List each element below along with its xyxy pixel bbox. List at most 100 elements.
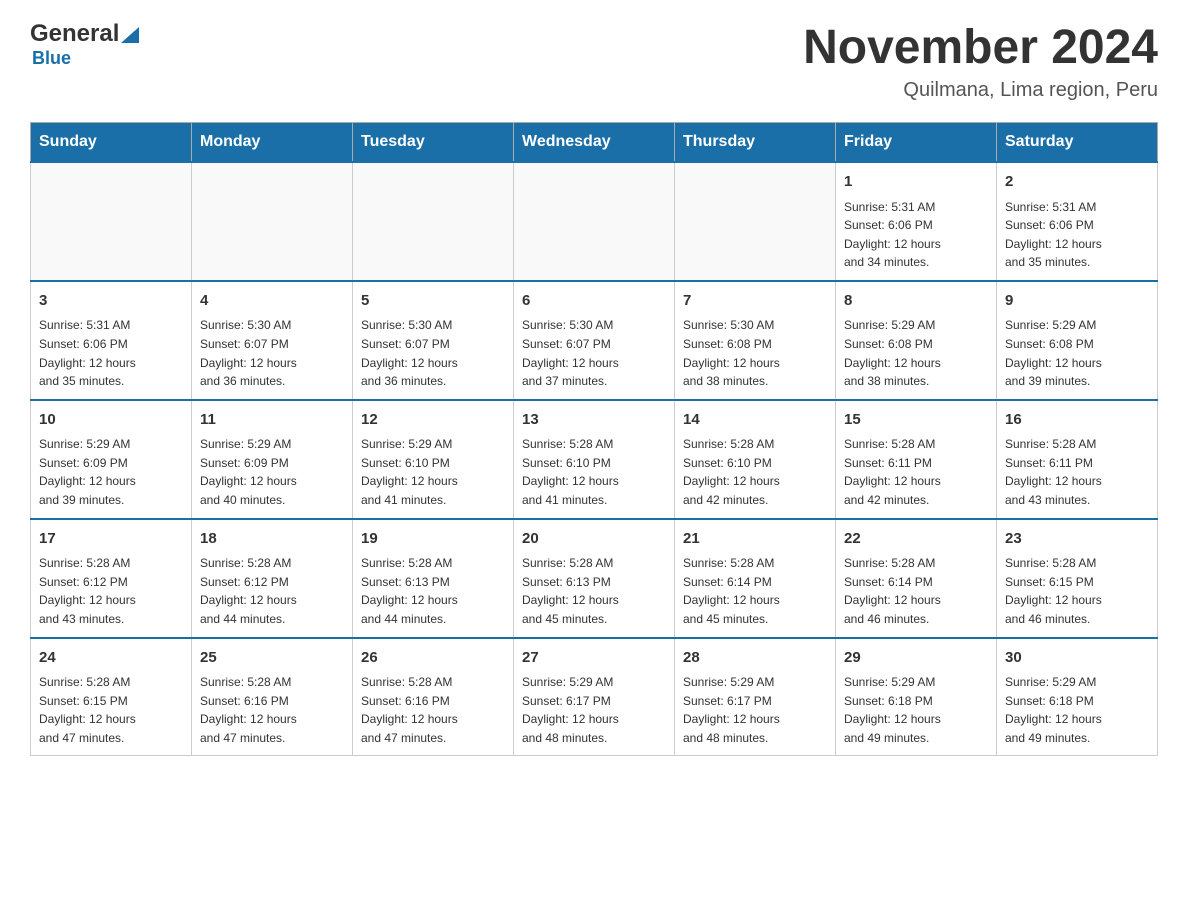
day-number: 8: [844, 290, 988, 313]
calendar-cell: 4Sunrise: 5:30 AMSunset: 6:07 PMDaylight…: [192, 281, 353, 400]
logo-triangle-icon: [121, 27, 139, 43]
day-number: 27: [522, 647, 666, 670]
weekday-header-sunday: Sunday: [31, 123, 192, 163]
day-info: Sunrise: 5:29 AMSunset: 6:09 PMDaylight:…: [200, 435, 344, 509]
weekday-header-thursday: Thursday: [675, 123, 836, 163]
day-info: Sunrise: 5:28 AMSunset: 6:13 PMDaylight:…: [361, 554, 505, 628]
day-info: Sunrise: 5:28 AMSunset: 6:16 PMDaylight:…: [200, 673, 344, 747]
calendar-week-3: 10 Sunrise: 5:29 AMSunset: 6:09 PMDayligh…: [31, 400, 1158, 519]
calendar-cell: 9Sunrise: 5:29 AMSunset: 6:08 PMDaylight…: [997, 281, 1158, 400]
calendar-cell: 25 Sunrise: 5:28 AMSunset: 6:16 PMDayligh…: [192, 638, 353, 756]
day-number: 18: [200, 528, 344, 551]
calendar-week-4: 17 Sunrise: 5:28 AMSunset: 6:12 PMDayligh…: [31, 519, 1158, 638]
calendar-cell: 15Sunrise: 5:28 AMSunset: 6:11 PMDayligh…: [836, 400, 997, 519]
day-number: 5: [361, 290, 505, 313]
day-number: 16: [1005, 409, 1149, 432]
calendar-cell: 16 Sunrise: 5:28 AMSunset: 6:11 PMDayligh…: [997, 400, 1158, 519]
calendar-cell: 7Sunrise: 5:30 AMSunset: 6:08 PMDaylight…: [675, 281, 836, 400]
calendar-title: November 2024: [803, 20, 1158, 75]
weekday-header-row: SundayMondayTuesdayWednesdayThursdayFrid…: [31, 123, 1158, 163]
calendar-cell: 12 Sunrise: 5:29 AMSunset: 6:10 PMDayligh…: [353, 400, 514, 519]
weekday-header-wednesday: Wednesday: [514, 123, 675, 163]
day-number: 28: [683, 647, 827, 670]
day-info: Sunrise: 5:29 AMSunset: 6:10 PMDaylight:…: [361, 435, 505, 509]
day-number: 17: [39, 528, 183, 551]
day-number: 24: [39, 647, 183, 670]
day-info: Sunrise: 5:30 AMSunset: 6:07 PMDaylight:…: [200, 316, 344, 390]
day-info: Sunrise: 5:29 AMSunset: 6:18 PMDaylight:…: [844, 673, 988, 747]
day-number: 15: [844, 409, 988, 432]
day-info: Sunrise: 5:30 AMSunset: 6:08 PMDaylight:…: [683, 316, 827, 390]
day-number: 29: [844, 647, 988, 670]
calendar-week-2: 3 Sunrise: 5:31 AMSunset: 6:06 PMDaylight…: [31, 281, 1158, 400]
day-info: Sunrise: 5:31 AMSunset: 6:06 PMDaylight:…: [39, 316, 183, 390]
day-number: 20: [522, 528, 666, 551]
day-number: 3: [39, 290, 183, 313]
day-info: Sunrise: 5:29 AMSunset: 6:09 PMDaylight:…: [39, 435, 183, 509]
calendar-cell: 11Sunrise: 5:29 AMSunset: 6:09 PMDayligh…: [192, 400, 353, 519]
calendar-cell: 8 Sunrise: 5:29 AMSunset: 6:08 PMDaylight…: [836, 281, 997, 400]
weekday-header-tuesday: Tuesday: [353, 123, 514, 163]
day-info: Sunrise: 5:28 AMSunset: 6:10 PMDaylight:…: [522, 435, 666, 509]
day-number: 1: [844, 171, 988, 194]
logo: General Blue: [30, 20, 139, 69]
calendar-cell: 28 Sunrise: 5:29 AMSunset: 6:17 PMDayligh…: [675, 638, 836, 756]
calendar-cell: 21Sunrise: 5:28 AMSunset: 6:14 PMDayligh…: [675, 519, 836, 638]
calendar-cell: 18 Sunrise: 5:28 AMSunset: 6:12 PMDayligh…: [192, 519, 353, 638]
weekday-header-friday: Friday: [836, 123, 997, 163]
day-number: 2: [1005, 171, 1149, 194]
calendar-cell: 5Sunrise: 5:30 AMSunset: 6:07 PMDaylight…: [353, 281, 514, 400]
calendar-cell: 19 Sunrise: 5:28 AMSunset: 6:13 PMDayligh…: [353, 519, 514, 638]
day-number: 23: [1005, 528, 1149, 551]
day-info: Sunrise: 5:28 AMSunset: 6:12 PMDaylight:…: [200, 554, 344, 628]
day-number: 6: [522, 290, 666, 313]
calendar-cell: 24 Sunrise: 5:28 AMSunset: 6:15 PMDayligh…: [31, 638, 192, 756]
calendar-cell: 20 Sunrise: 5:28 AMSunset: 6:13 PMDayligh…: [514, 519, 675, 638]
calendar-cell: 17 Sunrise: 5:28 AMSunset: 6:12 PMDayligh…: [31, 519, 192, 638]
calendar-week-5: 24 Sunrise: 5:28 AMSunset: 6:15 PMDayligh…: [31, 638, 1158, 756]
day-info: Sunrise: 5:28 AMSunset: 6:14 PMDaylight:…: [844, 554, 988, 628]
day-number: 30: [1005, 647, 1149, 670]
day-number: 9: [1005, 290, 1149, 313]
calendar-cell: 1 Sunrise: 5:31 AMSunset: 6:06 PMDaylight…: [836, 162, 997, 281]
logo-general: General: [30, 20, 119, 48]
day-info: Sunrise: 5:29 AMSunset: 6:08 PMDaylight:…: [844, 316, 988, 390]
day-info: Sunrise: 5:28 AMSunset: 6:15 PMDaylight:…: [39, 673, 183, 747]
calendar-cell: 10 Sunrise: 5:29 AMSunset: 6:09 PMDayligh…: [31, 400, 192, 519]
calendar-subtitle: Quilmana, Lima region, Peru: [803, 79, 1158, 102]
calendar-cell: 26Sunrise: 5:28 AMSunset: 6:16 PMDayligh…: [353, 638, 514, 756]
day-info: Sunrise: 5:28 AMSunset: 6:16 PMDaylight:…: [361, 673, 505, 747]
calendar-cell: 14Sunrise: 5:28 AMSunset: 6:10 PMDayligh…: [675, 400, 836, 519]
day-number: 12: [361, 409, 505, 432]
calendar-week-1: 1 Sunrise: 5:31 AMSunset: 6:06 PMDaylight…: [31, 162, 1158, 281]
calendar-table: SundayMondayTuesdayWednesdayThursdayFrid…: [30, 122, 1158, 756]
calendar-cell: 23 Sunrise: 5:28 AMSunset: 6:15 PMDayligh…: [997, 519, 1158, 638]
day-info: Sunrise: 5:28 AMSunset: 6:14 PMDaylight:…: [683, 554, 827, 628]
day-info: Sunrise: 5:28 AMSunset: 6:13 PMDaylight:…: [522, 554, 666, 628]
day-number: 10: [39, 409, 183, 432]
weekday-header-saturday: Saturday: [997, 123, 1158, 163]
day-info: Sunrise: 5:31 AMSunset: 6:06 PMDaylight:…: [844, 198, 988, 272]
calendar-cell: [514, 162, 675, 281]
day-number: 22: [844, 528, 988, 551]
calendar-cell: [353, 162, 514, 281]
calendar-cell: 27Sunrise: 5:29 AMSunset: 6:17 PMDayligh…: [514, 638, 675, 756]
weekday-header-monday: Monday: [192, 123, 353, 163]
day-info: Sunrise: 5:28 AMSunset: 6:11 PMDaylight:…: [1005, 435, 1149, 509]
day-info: Sunrise: 5:30 AMSunset: 6:07 PMDaylight:…: [522, 316, 666, 390]
day-number: 25: [200, 647, 344, 670]
day-info: Sunrise: 5:31 AMSunset: 6:06 PMDaylight:…: [1005, 198, 1149, 272]
calendar-cell: [675, 162, 836, 281]
day-info: Sunrise: 5:28 AMSunset: 6:12 PMDaylight:…: [39, 554, 183, 628]
title-section: November 2024 Quilmana, Lima region, Per…: [803, 20, 1158, 102]
day-info: Sunrise: 5:28 AMSunset: 6:15 PMDaylight:…: [1005, 554, 1149, 628]
day-number: 19: [361, 528, 505, 551]
calendar-cell: [31, 162, 192, 281]
day-info: Sunrise: 5:29 AMSunset: 6:17 PMDaylight:…: [683, 673, 827, 747]
calendar-cell: 22 Sunrise: 5:28 AMSunset: 6:14 PMDayligh…: [836, 519, 997, 638]
calendar-cell: 6 Sunrise: 5:30 AMSunset: 6:07 PMDaylight…: [514, 281, 675, 400]
calendar-cell: 30 Sunrise: 5:29 AMSunset: 6:18 PMDayligh…: [997, 638, 1158, 756]
day-info: Sunrise: 5:28 AMSunset: 6:10 PMDaylight:…: [683, 435, 827, 509]
day-number: 13: [522, 409, 666, 432]
day-info: Sunrise: 5:29 AMSunset: 6:18 PMDaylight:…: [1005, 673, 1149, 747]
